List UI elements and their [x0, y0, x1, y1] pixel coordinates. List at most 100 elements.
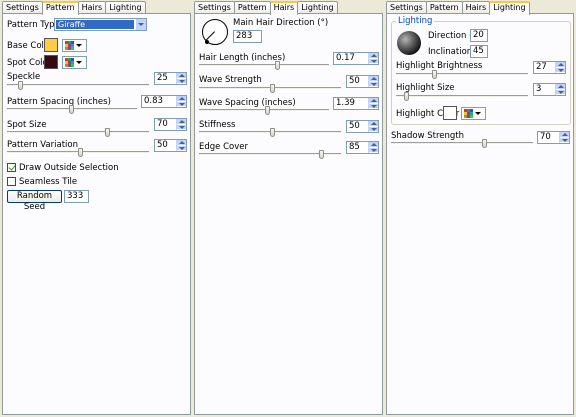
- lighting-panel: Settings Pattern Hairs Lighting Lighting…: [384, 0, 576, 417]
- spin-down-button[interactable]: [560, 137, 569, 143]
- spot-color-swatch[interactable]: [44, 55, 58, 69]
- pattern-type-dropdown[interactable]: Giraffe: [54, 18, 147, 31]
- hair-length-slider[interactable]: [199, 61, 329, 70]
- spin-down-button[interactable]: [556, 89, 565, 95]
- pattern-panel: Settings Pattern Hairs Lighting Pattern …: [0, 0, 192, 417]
- random-seed-field[interactable]: 333: [64, 190, 89, 203]
- slider-thumb[interactable]: [265, 106, 270, 115]
- tab-page: Lighting Direction (°) 20 Inclination (°…: [386, 13, 574, 415]
- tab-page: Main Hair Direction (°) 283 Hair Length …: [194, 13, 383, 415]
- wave-strength-slider[interactable]: [199, 84, 341, 93]
- hairs-panel: Settings Pattern Hairs Lighting Main Hai…: [192, 0, 384, 417]
- wave-strength-value[interactable]: 50: [347, 76, 368, 87]
- stiffness-spinner[interactable]: 50: [346, 120, 379, 133]
- random-seed-button[interactable]: Random Seed: [7, 190, 62, 212]
- inclination-value: 45: [473, 46, 484, 56]
- draw-outside-checkbox[interactable]: [7, 163, 16, 172]
- color-grid-icon: [464, 109, 473, 118]
- highlight-size-value[interactable]: 3: [534, 84, 555, 95]
- highlight-brightness-spinner[interactable]: 27: [533, 61, 566, 74]
- highlight-brightness-slider[interactable]: [396, 70, 528, 79]
- spot-size-value[interactable]: 70: [155, 119, 176, 130]
- hair-length-spinner[interactable]: 0.17: [333, 52, 379, 65]
- wave-spacing-slider[interactable]: [199, 106, 329, 115]
- hair-direction-field[interactable]: 283: [233, 30, 262, 43]
- edge-cover-spinner[interactable]: 85: [346, 141, 379, 154]
- direction-value: 20: [473, 30, 484, 40]
- slider-thumb[interactable]: [69, 105, 74, 114]
- speckle-slider[interactable]: [7, 81, 149, 90]
- chevron-down-icon: [475, 112, 481, 115]
- pattern-type-value: Giraffe: [56, 20, 134, 29]
- tab-page: Pattern Type: Giraffe Base Color Spot Co…: [2, 13, 191, 415]
- slider-thumb[interactable]: [404, 92, 409, 101]
- spot-color-picker[interactable]: [62, 56, 87, 69]
- tab-pattern[interactable]: Pattern: [41, 1, 79, 15]
- inclination-field[interactable]: 45: [470, 45, 488, 58]
- tab-hairs[interactable]: Hairs: [269, 1, 299, 15]
- spin-down-button[interactable]: [369, 58, 378, 64]
- hair-direction-value: 283: [236, 31, 253, 41]
- seamless-tile-label: Seamless Tile: [19, 177, 78, 187]
- spin-down-button[interactable]: [369, 126, 378, 132]
- pattern-spacing-slider[interactable]: [7, 105, 137, 114]
- chevron-down-icon: [76, 61, 82, 64]
- stiffness-value[interactable]: 50: [347, 121, 368, 132]
- pattern-variation-value[interactable]: 50: [155, 140, 176, 151]
- tab-lighting[interactable]: Lighting: [489, 1, 530, 15]
- pattern-variation-slider[interactable]: [7, 148, 149, 157]
- spin-down-button[interactable]: [369, 81, 378, 87]
- pattern-spacing-value[interactable]: 0.83: [142, 96, 176, 107]
- spot-size-spinner[interactable]: 70: [154, 118, 187, 131]
- color-grid-icon: [65, 58, 74, 67]
- direction-field[interactable]: 20: [470, 29, 488, 42]
- seamless-tile-checkbox[interactable]: [7, 177, 16, 186]
- wave-strength-spinner[interactable]: 50: [346, 75, 379, 88]
- spin-down-button[interactable]: [177, 78, 186, 84]
- slider-thumb[interactable]: [482, 139, 487, 148]
- lighting-group-title: Lighting: [396, 16, 435, 26]
- edge-cover-value[interactable]: 85: [347, 142, 368, 153]
- highlight-brightness-value[interactable]: 27: [534, 62, 555, 73]
- pattern-spacing-spinner[interactable]: 0.83: [141, 95, 187, 108]
- wave-spacing-spinner[interactable]: 1.39: [333, 97, 379, 110]
- spin-down-button[interactable]: [177, 124, 186, 130]
- draw-outside-label: Draw Outside Selection: [19, 163, 119, 173]
- highlight-size-spinner[interactable]: 3: [533, 83, 566, 96]
- stiffness-slider[interactable]: [199, 128, 341, 137]
- base-color-swatch[interactable]: [44, 38, 58, 52]
- hair-direction-dial[interactable]: [202, 19, 228, 45]
- pattern-variation-spinner[interactable]: 50: [154, 139, 187, 152]
- highlight-color-picker[interactable]: [461, 107, 486, 120]
- shadow-strength-value[interactable]: 70: [538, 132, 559, 143]
- color-grid-icon: [65, 41, 74, 50]
- shadow-strength-slider[interactable]: [391, 139, 533, 148]
- shadow-strength-spinner[interactable]: 70: [537, 131, 570, 144]
- highlight-size-slider[interactable]: [396, 92, 528, 101]
- light-direction-sphere[interactable]: [397, 31, 421, 55]
- slider-thumb[interactable]: [78, 148, 83, 157]
- slider-thumb[interactable]: [105, 128, 110, 137]
- slider-thumb[interactable]: [319, 150, 324, 159]
- spin-down-button[interactable]: [369, 103, 378, 109]
- speckle-spinner[interactable]: 25: [154, 72, 187, 85]
- chevron-down-icon: [76, 44, 82, 47]
- base-color-picker[interactable]: [62, 39, 87, 52]
- slider-thumb[interactable]: [18, 81, 23, 90]
- spin-down-button[interactable]: [177, 101, 186, 107]
- spin-down-button[interactable]: [556, 67, 565, 73]
- spin-down-button[interactable]: [369, 147, 378, 153]
- hair-length-value[interactable]: 0.17: [334, 53, 368, 64]
- chevron-down-icon[interactable]: [135, 19, 146, 30]
- wave-spacing-value[interactable]: 1.39: [334, 98, 368, 109]
- highlight-color-swatch[interactable]: [443, 106, 457, 120]
- slider-thumb[interactable]: [275, 61, 280, 70]
- spot-size-slider[interactable]: [7, 128, 149, 137]
- slider-thumb[interactable]: [270, 84, 275, 93]
- spin-down-button[interactable]: [177, 145, 186, 151]
- slider-thumb[interactable]: [432, 70, 437, 79]
- speckle-value[interactable]: 25: [155, 73, 176, 84]
- hair-direction-label: Main Hair Direction (°): [233, 18, 329, 28]
- slider-thumb[interactable]: [270, 128, 275, 137]
- edge-cover-slider[interactable]: [199, 150, 341, 159]
